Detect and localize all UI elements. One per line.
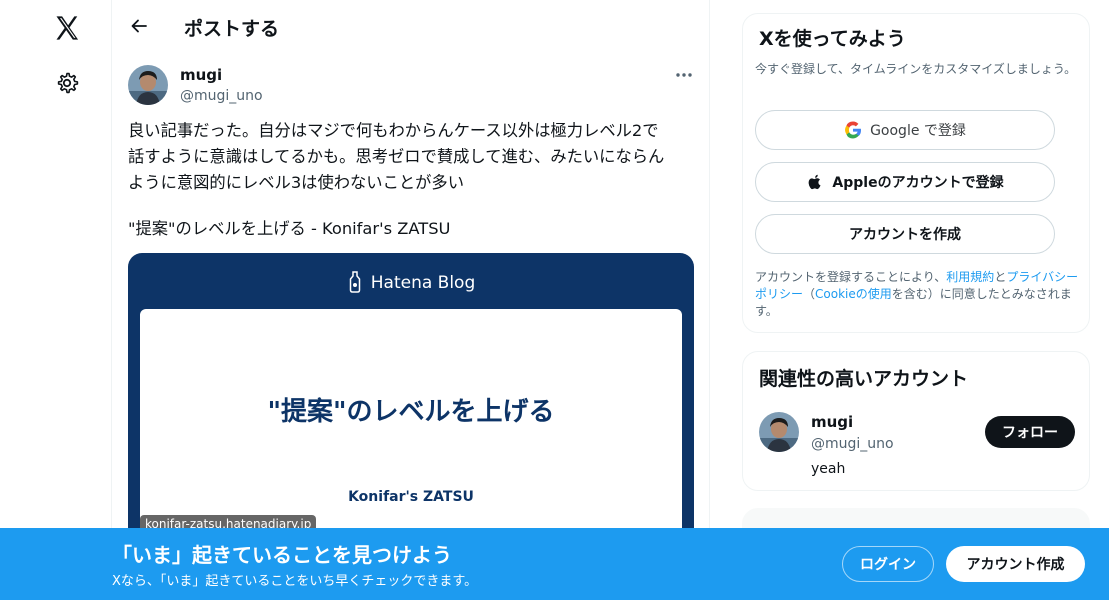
more-icon[interactable] (674, 70, 694, 80)
google-signup-button[interactable]: Google で登録 (755, 110, 1055, 150)
card-brand-label: Hatena Blog (370, 273, 476, 293)
card-brand: Hatena Blog (128, 271, 694, 293)
legal-part3: （ (803, 287, 816, 301)
post-link-title[interactable]: "提案"のレベルを上げる - Konifar's ZATSU (128, 216, 450, 242)
google-signup-label: Google で登録 (870, 123, 966, 139)
card-subtitle: Konifar's ZATSU (348, 489, 474, 505)
legal-part1: アカウントを登録することにより、 (755, 270, 947, 284)
main-column: ポストする mugi @mugi_uno 良い記事だった。自分はマジで何もわから… (112, 0, 710, 600)
card-headline: "提案"のレベルを上げる (267, 397, 555, 427)
hatena-bottle-icon (349, 271, 360, 293)
apple-signup-label: Appleのアカウントで登録 (832, 175, 1004, 191)
login-button[interactable]: ログイン (842, 546, 934, 582)
page-title: ポストする (184, 18, 280, 40)
link-card[interactable]: Hatena Blog "提案"のレベルを上げる Konifar's ZATSU… (128, 253, 694, 543)
apple-icon (808, 174, 821, 190)
terms-link[interactable]: 利用規約 (946, 270, 994, 284)
arrow-left-icon[interactable] (129, 16, 149, 36)
legal-part2: と (994, 270, 1007, 284)
avatar[interactable] (759, 412, 799, 452)
related-title: 関連性の高いアカウント (759, 368, 969, 390)
signup-subtitle: 今すぐ登録して、タイムラインをカスタマイズしましょう。 (755, 62, 1077, 76)
related-handle[interactable]: @mugi_uno (811, 436, 894, 452)
signup-title: Xを使ってみよう (759, 28, 906, 50)
related-name[interactable]: mugi (811, 413, 853, 431)
author-handle[interactable]: @mugi_uno (180, 88, 263, 104)
gear-icon[interactable] (55, 71, 79, 95)
follow-button[interactable]: フォロー (985, 416, 1075, 448)
page-header: ポストする (112, 0, 710, 53)
banner-subtitle: Xなら、「いま」起きていることをいち早くチェックできます。 (112, 574, 478, 589)
signup-banner: 「いま」起きていることを見つけよう Xなら、「いま」起きていることをいち早くチェ… (0, 528, 1109, 600)
author-name[interactable]: mugi (180, 66, 222, 84)
x-logo-icon[interactable] (53, 14, 81, 42)
cookie-link[interactable]: Cookieの使用 (815, 287, 892, 301)
related-accounts-panel: 関連性の高いアカウント mugi @mugi_uno yeah フォロー (742, 351, 1090, 491)
apple-signup-button[interactable]: Appleのアカウントで登録 (755, 162, 1055, 202)
card-inner: "提案"のレベルを上げる Konifar's ZATSU (140, 309, 682, 543)
avatar[interactable] (128, 65, 168, 105)
signup-panel: Xを使ってみよう 今すぐ登録して、タイムラインをカスタマイズしましょう。 Goo… (742, 13, 1090, 333)
post-text: 良い記事だった。自分はマジで何もわからんケース以外は極力レベル2で 話すように意… (128, 121, 665, 192)
legal-text: アカウントを登録することにより、利用規約とプライバシーポリシー（Cookieの使… (755, 269, 1085, 320)
create-account-label: アカウントを作成 (849, 227, 961, 243)
left-nav (0, 0, 112, 600)
create-account-button[interactable]: アカウントを作成 (755, 214, 1055, 254)
banner-title: 「いま」起きていることを見つけよう (112, 543, 452, 567)
related-bio: yeah (811, 461, 846, 477)
signup-button[interactable]: アカウント作成 (946, 546, 1085, 582)
google-icon (845, 121, 862, 139)
